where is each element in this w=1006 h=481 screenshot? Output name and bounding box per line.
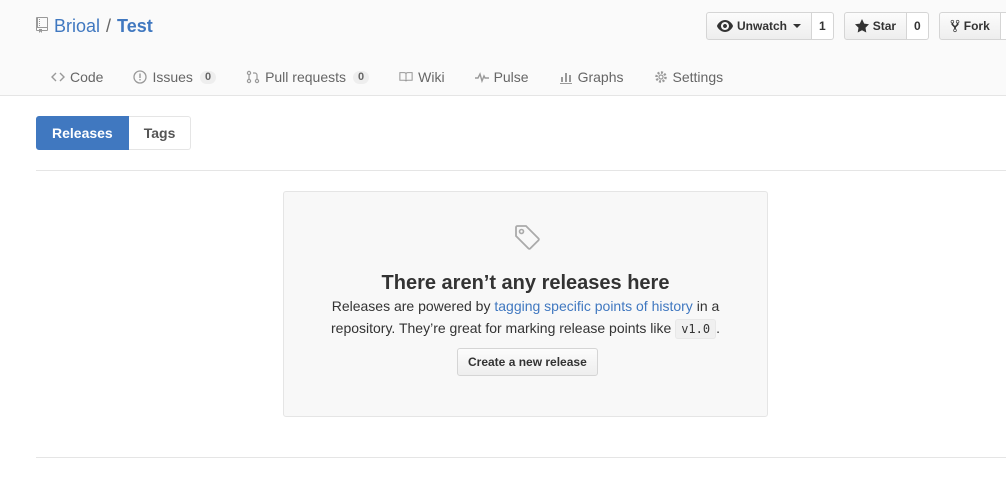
create-release-button[interactable]: Create a new release xyxy=(457,348,598,376)
star-label: Star xyxy=(872,19,897,33)
releases-subnav: Releases Tags xyxy=(36,116,192,150)
description-text-3: . xyxy=(716,320,720,336)
empty-heading: There aren’t any releases here xyxy=(381,272,670,294)
empty-description: Releases are powered by tagging specific… xyxy=(324,295,727,340)
divider xyxy=(36,170,1006,171)
tab-wiki[interactable]: Wiki xyxy=(384,60,459,94)
tab-pulse[interactable]: Pulse xyxy=(460,60,544,94)
repo-name-link[interactable]: Test xyxy=(117,14,153,38)
fork-button[interactable]: Fork xyxy=(938,12,1001,40)
repo-owner-link[interactable]: Brioal xyxy=(54,14,100,38)
eye-icon xyxy=(717,20,733,32)
fork-icon xyxy=(950,19,960,33)
repo-title: Brioal / Test xyxy=(36,14,153,38)
issues-counter: 0 xyxy=(199,70,217,84)
code-icon xyxy=(51,72,65,82)
forks-count[interactable]: 0 xyxy=(1000,12,1006,40)
repo-icon xyxy=(36,16,48,33)
tab-releases[interactable]: Releases xyxy=(36,116,129,150)
tag-icon xyxy=(515,225,540,250)
tab-issues[interactable]: Issues 0 xyxy=(118,60,231,94)
stargazers-count[interactable]: 0 xyxy=(907,12,929,40)
watch-group: Unwatch 1 xyxy=(706,12,834,40)
tab-graphs-label: Graphs xyxy=(577,69,624,85)
watchers-count[interactable]: 1 xyxy=(812,12,834,40)
tab-code-label: Code xyxy=(70,69,104,85)
tab-tags[interactable]: Tags xyxy=(128,116,192,150)
pulse-icon xyxy=(474,72,489,84)
tab-graphs[interactable]: Graphs xyxy=(544,60,639,94)
description-text-1: Releases are powered by xyxy=(331,298,495,314)
star-icon xyxy=(854,19,869,33)
divider-bottom xyxy=(36,457,1006,458)
star-button[interactable]: Star xyxy=(843,12,908,40)
tab-code[interactable]: Code xyxy=(36,60,118,94)
tab-pull-requests-label: Pull requests xyxy=(265,69,346,85)
tab-settings-label: Settings xyxy=(672,69,724,85)
book-icon xyxy=(399,72,413,82)
fork-label: Fork xyxy=(963,19,990,33)
fork-group: Fork 0 xyxy=(938,12,1006,40)
repo-actions: Unwatch 1 Star 0 Fork 0 xyxy=(706,12,1006,40)
pull-request-icon xyxy=(246,70,260,84)
repo-header: Brioal / Test Unwatch 1 Star 0 Fork 0 xyxy=(0,0,1006,96)
path-separator: / xyxy=(106,16,112,36)
tab-pulse-label: Pulse xyxy=(493,69,529,85)
chevron-down-icon xyxy=(793,24,802,28)
star-group: Star 0 xyxy=(843,12,929,40)
version-example: v1.0 xyxy=(675,319,717,339)
graph-icon xyxy=(559,73,572,84)
tab-wiki-label: Wiki xyxy=(418,69,445,85)
unwatch-button[interactable]: Unwatch xyxy=(706,12,813,40)
empty-releases-panel: There aren’t any releases here Releases … xyxy=(283,191,768,417)
repo-nav: Code Issues 0 Pull requests 0 Wiki Pulse… xyxy=(36,60,738,96)
tab-settings[interactable]: Settings xyxy=(639,60,739,94)
unwatch-label: Unwatch xyxy=(737,19,788,33)
issue-icon xyxy=(133,70,148,84)
pull-requests-counter: 0 xyxy=(353,70,370,84)
tab-issues-label: Issues xyxy=(152,69,193,85)
tab-pull-requests[interactable]: Pull requests 0 xyxy=(231,60,384,94)
tagging-help-link[interactable]: tagging specific points of history xyxy=(494,298,692,314)
gear-icon xyxy=(654,71,667,83)
